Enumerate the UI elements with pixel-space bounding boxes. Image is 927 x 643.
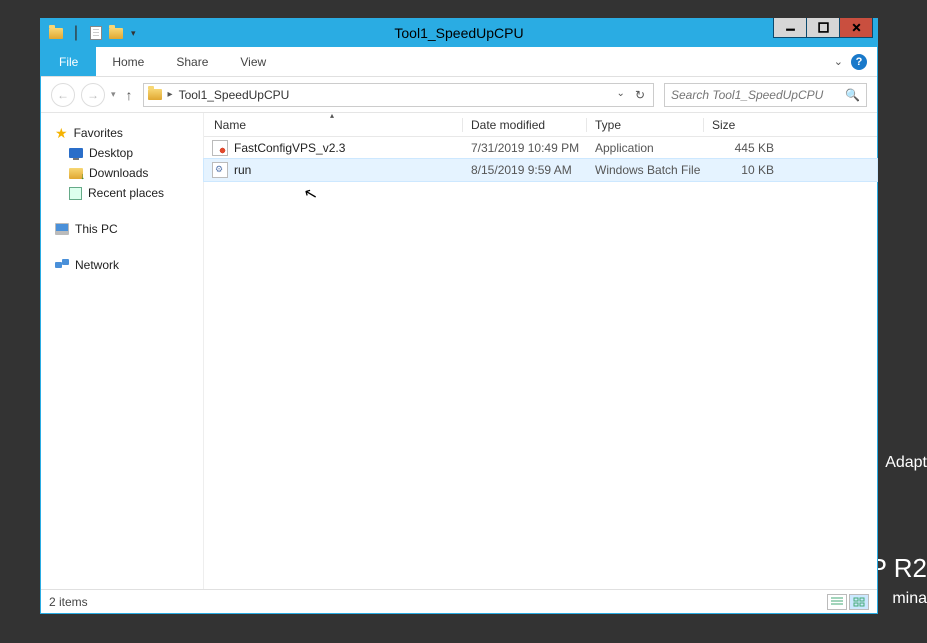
file-date: 7/31/2019 10:49 PM (463, 141, 587, 155)
close-button[interactable] (839, 18, 873, 38)
file-size: 445 KB (704, 141, 782, 155)
refresh-icon[interactable]: ↻ (635, 88, 645, 102)
thumbnails-view-button[interactable] (849, 594, 869, 610)
file-name: run (234, 163, 251, 177)
tab-view[interactable]: View (224, 47, 282, 76)
pc-icon (55, 223, 69, 235)
column-headers: Name ▴ Date modified Type Size (204, 113, 877, 137)
column-size[interactable]: Size (704, 118, 782, 132)
file-type: Windows Batch File (587, 163, 704, 177)
ribbon: File Home Share View ⌄ ? (41, 47, 877, 77)
search-input[interactable] (671, 88, 845, 102)
sidebar-item-downloads[interactable]: Downloads (41, 163, 203, 183)
properties-icon[interactable] (87, 24, 105, 42)
tab-share[interactable]: Share (160, 47, 224, 76)
batch-file-icon (212, 162, 228, 178)
back-button[interactable]: ← (51, 83, 75, 107)
desktop-bg-text: P R2 (870, 553, 927, 584)
sidebar-network[interactable]: Network (41, 255, 203, 275)
forward-button[interactable]: → (81, 83, 105, 107)
path-segment[interactable]: Tool1_SpeedUpCPU (173, 88, 296, 102)
column-label: Name (214, 118, 246, 132)
network-icon (55, 259, 69, 271)
file-size: 10 KB (704, 163, 782, 177)
tab-home[interactable]: Home (96, 47, 160, 76)
sort-indicator-icon: ▴ (330, 111, 334, 120)
file-type: Application (587, 141, 704, 155)
status-bar: 2 items (41, 589, 877, 613)
column-type[interactable]: Type (587, 118, 704, 132)
search-icon[interactable]: 🔍 (845, 88, 860, 102)
sidebar-thispc[interactable]: This PC (41, 219, 203, 239)
sidebar-item-label: Downloads (89, 166, 148, 180)
minimize-button[interactable] (773, 18, 807, 38)
downloads-icon (69, 168, 83, 179)
address-bar[interactable]: ▸ Tool1_SpeedUpCPU ⌄ ↻ (143, 83, 654, 107)
window-title: Tool1_SpeedUpCPU (394, 25, 523, 41)
folder-icon (146, 86, 164, 104)
sidebar-item-label: Network (75, 258, 119, 272)
quick-access-toolbar: | ▾ (41, 24, 140, 42)
sidebar-item-desktop[interactable]: Desktop (41, 143, 203, 163)
sidebar-favorites[interactable]: ★ Favorites (41, 123, 203, 143)
history-dropdown-icon[interactable]: ▾ (111, 89, 116, 100)
view-toggles (827, 594, 869, 610)
qat-dropdown-icon[interactable]: ▾ (127, 28, 140, 39)
application-icon (212, 140, 228, 156)
file-date: 8/15/2019 9:59 AM (463, 163, 587, 177)
sidebar-item-label: Recent places (88, 186, 164, 200)
folder-icon (47, 24, 65, 42)
tab-file[interactable]: File (41, 47, 96, 76)
star-icon: ★ (55, 125, 68, 142)
ribbon-expand-icon[interactable]: ⌄ (834, 55, 843, 68)
recent-icon (69, 187, 82, 200)
new-folder-icon[interactable] (107, 24, 125, 42)
sidebar-item-label: This PC (75, 222, 118, 236)
help-icon[interactable]: ? (851, 54, 867, 70)
up-button[interactable]: ↑ (122, 87, 137, 103)
divider: | (67, 24, 85, 42)
navigation-pane: ★ Favorites Desktop Downloads Recent pla… (41, 113, 204, 589)
file-row[interactable]: run 8/15/2019 9:59 AM Windows Batch File… (204, 159, 877, 181)
navigation-bar: ← → ▾ ↑ ▸ Tool1_SpeedUpCPU ⌄ ↻ 🔍 (41, 77, 877, 113)
sidebar-item-label: Favorites (74, 126, 123, 140)
desktop-bg-text: mina (892, 590, 927, 608)
file-row[interactable]: FastConfigVPS_v2.3 7/31/2019 10:49 PM Ap… (204, 137, 877, 159)
explorer-window: | ▾ Tool1_SpeedUpCPU File Home Share Vie… (40, 18, 878, 614)
file-rows: FastConfigVPS_v2.3 7/31/2019 10:49 PM Ap… (204, 137, 877, 589)
search-box[interactable]: 🔍 (664, 83, 867, 107)
details-view-button[interactable] (827, 594, 847, 610)
titlebar[interactable]: | ▾ Tool1_SpeedUpCPU (41, 19, 877, 47)
sidebar-item-recent[interactable]: Recent places (41, 183, 203, 203)
item-count: 2 items (49, 595, 88, 609)
sidebar-item-label: Desktop (89, 146, 133, 160)
column-date[interactable]: Date modified (463, 118, 587, 132)
address-dropdown-icon[interactable]: ⌄ (617, 88, 625, 102)
desktop-icon (69, 148, 83, 158)
maximize-button[interactable] (806, 18, 840, 38)
window-controls (774, 18, 873, 38)
desktop-bg-text: Adapt (885, 454, 927, 472)
file-name: FastConfigVPS_v2.3 (234, 141, 345, 155)
file-list-pane: Name ▴ Date modified Type Size FastConfi… (204, 113, 877, 589)
